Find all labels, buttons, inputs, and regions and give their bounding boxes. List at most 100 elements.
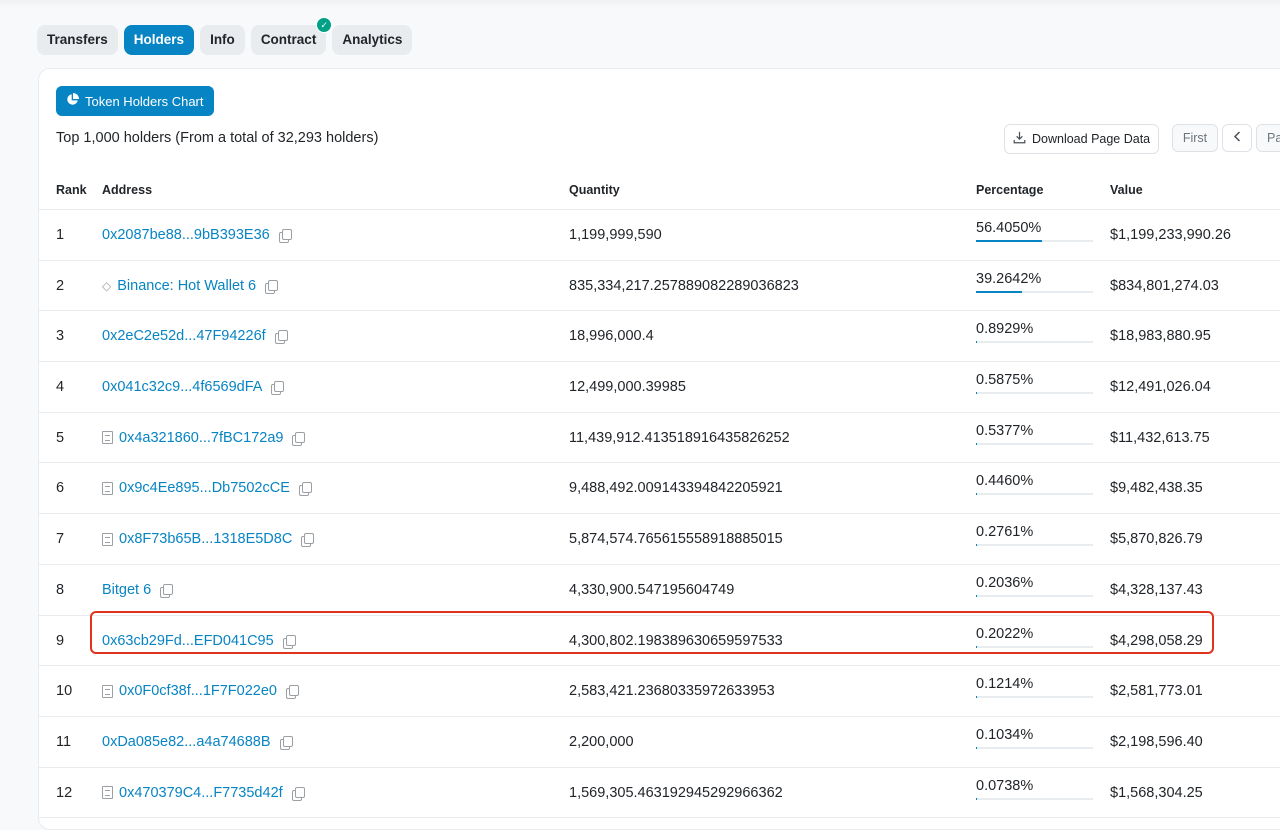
copy-icon[interactable] [301,533,313,545]
address-text: 0x2087be88...9bB393E36 [102,227,270,243]
copy-icon[interactable] [292,432,304,444]
copy-icon[interactable] [275,330,287,342]
copy-icon[interactable] [271,381,283,393]
tab-transfers[interactable]: Transfers [37,25,118,55]
percentage-text: 0.1214% [976,676,1093,692]
token-holders-chart-label: Token Holders Chart [85,94,204,109]
copy-icon[interactable] [280,736,292,748]
address-link[interactable]: 0x8F73b65B...1318E5D8C [102,531,313,547]
rank-cell: 1 [56,227,64,243]
percentage-bar-track [976,595,1093,597]
address-link[interactable]: 0x2087be88...9bB393E36 [102,227,291,243]
quantity-cell: 4,330,900.547195604749 [569,582,734,598]
percentage-text: 56.4050% [976,220,1093,236]
percentage-cell: 0.0738% [976,778,1093,800]
address-text: 0x041c32c9...4f6569dFA [102,379,262,395]
tab-holders[interactable]: Holders [124,25,194,55]
copy-icon[interactable] [286,685,298,697]
copy-icon[interactable] [160,584,172,596]
table-row: 120x470379C4...F7735d42f1,569,305.463192… [39,768,1280,819]
value-cell: $9,482,438.35 [1110,480,1203,496]
value-cell: $4,328,137.43 [1110,582,1203,598]
percentage-bar-fill [976,392,977,394]
contract-file-icon [102,431,113,444]
address-link[interactable]: 0x041c32c9...4f6569dFA [102,379,283,395]
percentage-bar-fill [976,493,977,495]
address-link[interactable]: ◇Binance: Hot Wallet 6 [102,278,277,294]
address-link[interactable]: 0x9c4Ee895...Db7502cCE [102,480,311,496]
download-page-data-button[interactable]: Download Page Data [1004,124,1159,154]
copy-icon[interactable] [292,787,304,799]
pie-chart-icon [66,93,79,109]
address-text: 0x8F73b65B...1318E5D8C [119,531,292,547]
percentage-bar-track [976,493,1093,495]
address-link[interactable]: 0x63cb29Fd...EFD041C95 [102,633,295,649]
value-cell: $1,199,233,990.26 [1110,227,1231,243]
rank-cell: 11 [56,734,71,750]
copy-icon[interactable] [283,635,295,647]
holders-table-body: 10x2087be88...9bB393E361,199,999,59056.4… [39,210,1280,818]
value-cell: $2,198,596.40 [1110,734,1203,750]
percentage-text: 0.2022% [976,626,1093,642]
address-text: 0x0F0cf38f...1F7F022e0 [119,683,277,699]
address-link[interactable]: 0x2eC2e52d...47F94226f [102,328,287,344]
tab-info[interactable]: Info [200,25,245,55]
header-address: Address [102,183,152,197]
quantity-cell: 2,583,421.23680335972633953 [569,683,775,699]
address-text: 0xDa085e82...a4a74688B [102,734,271,750]
table-row: 90x63cb29Fd...EFD041C954,300,802.1983896… [39,616,1280,667]
contract-file-icon [102,533,113,546]
percentage-text: 0.5377% [976,423,1093,439]
quantity-cell: 9,488,492.009143394842205921 [569,480,783,496]
address-text: 0x9c4Ee895...Db7502cCE [119,480,290,496]
verified-check-icon: ✓ [316,17,332,33]
copy-icon[interactable] [265,280,277,292]
header-percentage: Percentage [976,183,1043,197]
exchange-label-icon: ◇ [102,279,111,293]
header-quantity: Quantity [569,183,620,197]
percentage-bar-fill [976,291,1022,293]
token-holders-chart-button[interactable]: Token Holders Chart [56,86,214,116]
percentage-bar-track [976,747,1093,749]
header-rank: Rank [56,183,87,197]
percentage-bar-track [976,443,1093,445]
contract-file-icon [102,786,113,799]
percentage-cell: 39.2642% [976,271,1093,293]
percentage-text: 0.0738% [976,778,1093,794]
percentage-bar-track [976,646,1093,648]
address-text: 0x63cb29Fd...EFD041C95 [102,633,274,649]
value-cell: $2,581,773.01 [1110,683,1203,699]
quantity-cell: 18,996,000.4 [569,328,654,344]
percentage-bar-track [976,341,1093,343]
quantity-cell: 1,569,305.463192945292966362 [569,785,783,801]
quantity-cell: 5,874,574.765615558918885015 [569,531,783,547]
quantity-cell: 835,334,217.257889082289036823 [569,278,799,294]
rank-cell: 6 [56,480,64,496]
address-link[interactable]: 0xDa085e82...a4a74688B [102,734,292,750]
tab-contract-label: Contract [261,32,317,47]
table-row: 2 ◇Binance: Hot Wallet 6 835,334,217.25788… [39,261,1280,312]
copy-icon[interactable] [299,482,311,494]
address-link[interactable]: 0x470379C4...F7735d42f [102,785,304,801]
percentage-text: 0.2761% [976,524,1093,540]
percentage-text: 0.8929% [976,321,1093,337]
pagination-prev-button[interactable] [1222,124,1252,152]
copy-icon[interactable] [279,229,291,241]
rank-cell: 10 [56,683,72,699]
table-row: 6 0x9c4Ee895...Db7502cCE 9,488,492.0091433… [39,463,1280,514]
percentage-bar-track [976,544,1093,546]
rank-cell: 2 [56,278,64,294]
address-link[interactable]: 0x4a321860...7fBC172a9 [102,430,304,446]
tab-analytics[interactable]: Analytics [332,25,412,55]
tab-contract[interactable]: Contract ✓ [251,25,327,55]
table-row: 30x2eC2e52d...47F94226f18,996,000.40.892… [39,311,1280,362]
percentage-bar-track [976,392,1093,394]
quantity-cell: 12,499,000.39985 [569,379,686,395]
quantity-cell: 11,439,912.413518916435826252 [569,430,790,446]
rank-cell: 7 [56,531,64,547]
address-link[interactable]: 0x0F0cf38f...1F7F022e0 [102,683,298,699]
address-link[interactable]: Bitget 6 [102,582,172,598]
rank-cell: 4 [56,379,64,395]
table-row: 10x2087be88...9bB393E361,199,999,59056.4… [39,210,1280,261]
pagination-first-button[interactable]: First [1172,124,1218,152]
